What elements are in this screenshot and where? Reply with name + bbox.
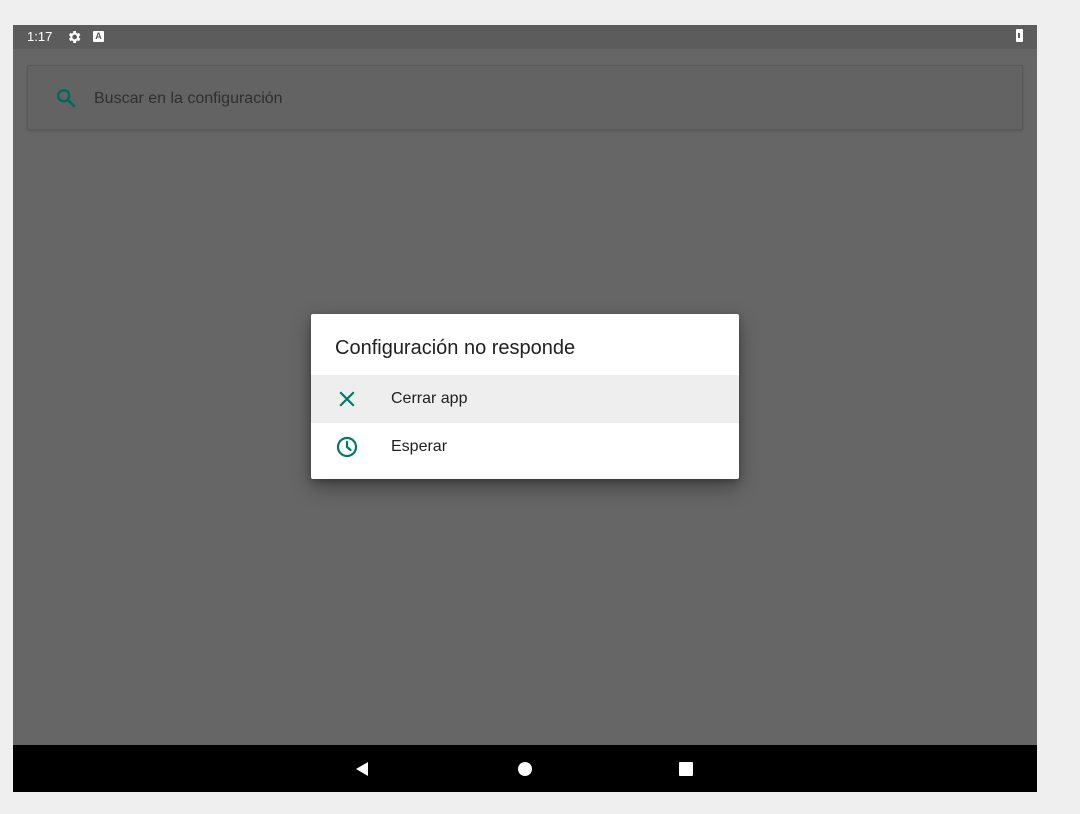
- search-input[interactable]: Buscar en la configuración: [94, 89, 283, 109]
- close-app-button[interactable]: Cerrar app: [311, 375, 739, 423]
- device-screen: 1:17 A Buscar en la configuración Config…: [13, 25, 1037, 792]
- notification-badge: A: [93, 31, 104, 42]
- navigation-bar: [13, 745, 1037, 792]
- status-time: 1:17: [27, 29, 53, 44]
- clock-icon: [336, 436, 358, 458]
- dialog-title: Configuración no responde: [335, 337, 576, 359]
- search-icon: [57, 89, 76, 108]
- search-bar[interactable]: Buscar en la configuración: [27, 65, 1023, 130]
- wait-button[interactable]: Esperar: [311, 423, 739, 471]
- close-app-label: Cerrar app: [391, 390, 468, 407]
- recents-square-icon[interactable]: [679, 762, 693, 776]
- app-not-responding-dialog: Configuración no responde Cerrar app Esp…: [311, 314, 739, 479]
- close-icon: [339, 391, 355, 407]
- home-circle-icon[interactable]: [518, 762, 532, 776]
- back-triangle-icon[interactable]: [354, 761, 370, 777]
- battery-icon: [1016, 29, 1023, 42]
- gear-icon: [68, 31, 81, 43]
- status-bar: 1:17 A: [13, 25, 1037, 49]
- wait-label: Esperar: [391, 438, 448, 455]
